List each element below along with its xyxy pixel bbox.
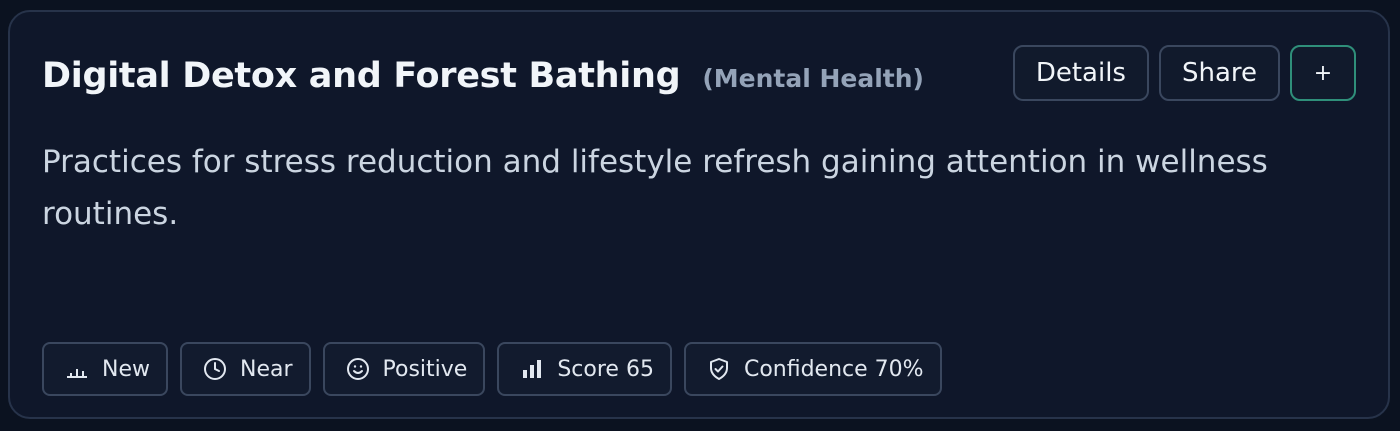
card-title: Digital Detox and Forest Bathing — [42, 56, 681, 96]
smile-icon — [345, 356, 371, 382]
tag-new: New — [42, 342, 168, 396]
card-description: Practices for stress reduction and lifes… — [42, 144, 1268, 232]
tag-near: Near — [180, 342, 311, 396]
tag-confidence: Confidence 70% — [683, 342, 942, 396]
add-button[interactable]: + — [1290, 45, 1356, 101]
tag-score: Score 65 — [497, 342, 672, 396]
tag-label: Near — [240, 356, 293, 382]
shield-check-icon — [706, 356, 732, 382]
tag-positive: Positive — [322, 342, 486, 396]
tag-label: Score 65 — [557, 356, 654, 382]
category-label: (Mental Health) — [702, 64, 924, 93]
trend-card: Digital Detox and Forest Bathing (Mental… — [8, 10, 1390, 419]
tag-label: New — [102, 356, 150, 382]
card-actions: Details Share + — [1012, 45, 1356, 101]
details-button[interactable]: Details — [1012, 45, 1149, 101]
bar-chart-low-icon — [64, 356, 90, 382]
tag-label: Positive — [382, 356, 468, 382]
tag-list: New Near Positive Score 65 Confidence 70… — [42, 342, 942, 396]
share-button[interactable]: Share — [1158, 45, 1280, 101]
title-row: Digital Detox and Forest Bathing (Mental… — [42, 56, 924, 96]
tag-label: Confidence 70% — [743, 356, 924, 382]
bar-chart-icon — [519, 356, 545, 382]
clock-icon — [202, 356, 228, 382]
